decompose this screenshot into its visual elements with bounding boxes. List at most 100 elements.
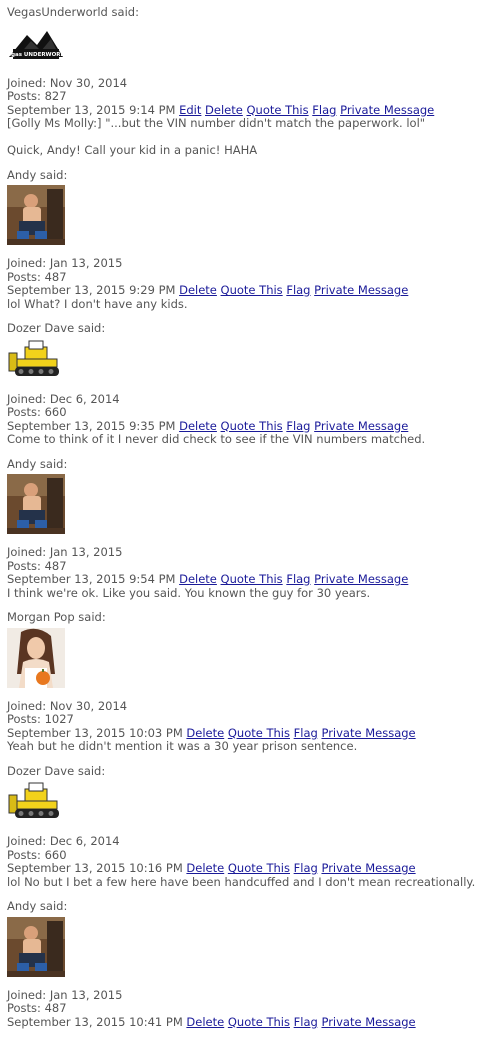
flag-link[interactable]: Flag [286, 283, 310, 297]
said-label: said: [107, 5, 139, 19]
forum-post: Dozer Dave said: Joined: Dec 6, 2014 Post… [7, 321, 501, 447]
post-author: Andy [7, 899, 37, 913]
joined-date: Joined: Dec 6, 2014 [7, 391, 120, 406]
post-body: Yeah but he didn't mention it was a 30 y… [7, 739, 358, 753]
quote-this-link[interactable]: Quote This [221, 572, 283, 586]
joined-date: Joined: Jan 13, 2015 [7, 256, 123, 270]
post-author-line: VegasUnderworld said: [7, 5, 501, 20]
user-photo-avatar[interactable] [7, 185, 65, 245]
post-author: Morgan Pop [7, 610, 75, 624]
flag-link[interactable]: Flag [286, 419, 310, 433]
quote-this-link[interactable]: Quote This [221, 419, 283, 433]
said-label: said: [36, 899, 68, 913]
quote-this-link[interactable]: Quote This [228, 1015, 290, 1029]
svg-text:Vegas UNDERWORLD: Vegas UNDERWORLD [7, 52, 65, 58]
post-count: Posts: 660 [7, 847, 67, 862]
post-timestamp: September 13, 2015 10:16 PM [7, 861, 183, 875]
post-timestamp: September 13, 2015 10:03 PM [7, 725, 183, 740]
post-author-line: Morgan Pop said: [7, 610, 501, 625]
post-author-line: Dozer Dave said: [7, 763, 501, 779]
private-message-link[interactable]: Private Message [321, 861, 415, 875]
forum-post: Morgan Pop said: Joined: Nov 30, 2014 Pos… [7, 610, 501, 754]
post-toolbar: September 13, 2015 9:29 PM Delete Quote … [7, 283, 501, 298]
user-photo-avatar[interactable] [7, 474, 65, 534]
post-timestamp: September 13, 2015 10:41 PM [7, 1014, 183, 1029]
joined-date: Joined: Dec 6, 2014 [7, 834, 120, 848]
quote-this-link[interactable]: Quote This [228, 726, 290, 740]
delete-link[interactable]: Delete [179, 283, 217, 297]
said-label: said: [36, 456, 68, 471]
forum-post: VegasUnderworld said: Vegas UNDERWORLD J… [3, 5, 501, 158]
post-author-line: Dozer Dave said: [7, 321, 501, 336]
post-toolbar: September 13, 2015 9:54 PM Delete Quote … [7, 572, 501, 587]
said-label: said: [36, 167, 68, 182]
post-author: Dozer Dave [7, 321, 75, 335]
bulldozer-avatar[interactable] [7, 338, 65, 379]
flag-link[interactable]: Flag [286, 572, 310, 586]
delete-link[interactable]: Delete [179, 572, 217, 586]
post-timestamp: September 13, 2015 9:54 PM [7, 572, 176, 586]
post-count: Posts: 1027 [7, 712, 74, 726]
quote-this-link[interactable]: Quote This [228, 861, 290, 875]
delete-link[interactable]: Delete [186, 726, 224, 740]
post-body: [Golly Ms Molly:] "...but the VIN number… [7, 116, 426, 157]
said-label: said: [74, 610, 106, 624]
user-photo-avatar[interactable] [7, 916, 65, 977]
post-toolbar: September 13, 2015 10:03 PM Delete Quote… [7, 725, 501, 741]
joined-date: Joined: Nov 30, 2014 [7, 75, 128, 90]
post-author-line: Andy said: [7, 456, 501, 472]
forum-thread: VegasUnderworld said: Vegas UNDERWORLD J… [0, 0, 501, 1040]
user-photo-avatar[interactable] [7, 627, 65, 688]
forum-post: Andy said: Joined: Jan 13, 2015 Posts: 48… [7, 167, 501, 312]
post-toolbar: September 13, 2015 10:41 PM Delete Quote… [7, 1014, 501, 1030]
bulldozer-avatar[interactable] [7, 781, 65, 821]
delete-link[interactable]: Delete [186, 861, 224, 875]
flag-link[interactable]: Flag [294, 726, 318, 740]
private-message-link[interactable]: Private Message [314, 572, 408, 586]
delete-link[interactable]: Delete [186, 1015, 224, 1029]
post-count: Posts: 487 [7, 1001, 67, 1015]
post-body: I think we're ok. Like you said. You kno… [7, 585, 371, 600]
flag-link[interactable]: Flag [312, 103, 336, 117]
post-timestamp: September 13, 2015 9:29 PM [7, 283, 176, 297]
forum-post: Dozer Dave said: Joined: Dec 6, 2014 Post… [7, 763, 501, 890]
flag-link[interactable]: Flag [294, 1015, 318, 1029]
site-logo-avatar[interactable]: Vegas UNDERWORLD [3, 22, 69, 63]
quote-this-link[interactable]: Quote This [221, 283, 283, 297]
private-message-link[interactable]: Private Message [321, 726, 415, 740]
post-toolbar: September 13, 2015 9:35 PM Delete Quote … [7, 418, 501, 434]
joined-date: Joined: Jan 13, 2015 [7, 987, 123, 1002]
joined-date: Joined: Jan 13, 2015 [7, 545, 123, 559]
quote-this-link[interactable]: Quote This [246, 103, 308, 117]
post-count: Posts: 487 [7, 269, 67, 284]
private-message-link[interactable]: Private Message [321, 1015, 415, 1029]
post-author: Dozer Dave [7, 763, 75, 778]
post-toolbar: September 13, 2015 9:14 PM Edit Delete Q… [7, 102, 501, 118]
post-count: Posts: 660 [7, 405, 67, 419]
post-body: lol No but I bet a few here have been ha… [7, 874, 476, 889]
joined-date: Joined: Nov 30, 2014 [7, 698, 128, 713]
post-author: Andy [7, 167, 37, 182]
delete-link[interactable]: Delete [179, 419, 217, 433]
post-toolbar: September 13, 2015 10:16 PM Delete Quote… [7, 861, 501, 876]
private-message-link[interactable]: Private Message [314, 419, 408, 433]
private-message-link[interactable]: Private Message [340, 103, 434, 117]
post-body: Come to think of it I never did check to… [7, 432, 426, 446]
post-count: Posts: 487 [7, 558, 67, 573]
post-author-line: Andy said: [7, 167, 501, 183]
flag-link[interactable]: Flag [294, 861, 318, 875]
post-author: VegasUnderworld [7, 5, 108, 19]
delete-link[interactable]: Delete [205, 103, 243, 117]
forum-post: Andy said: Joined: Jan 13, 2015 Posts: 48… [7, 899, 501, 1030]
post-author-line: Andy said: [7, 899, 501, 914]
said-label: said: [74, 763, 106, 778]
post-author: Andy [7, 456, 37, 471]
forum-post: Andy said: Joined: Jan 13, 2015 Posts: 48… [7, 456, 501, 601]
post-count: Posts: 827 [7, 89, 67, 103]
post-body: lol What? I don't have any kids. [7, 296, 188, 311]
post-timestamp: September 13, 2015 9:35 PM [7, 418, 176, 433]
private-message-link[interactable]: Private Message [314, 283, 408, 297]
edit-link[interactable]: Edit [179, 103, 201, 117]
post-timestamp: September 13, 2015 9:14 PM [7, 102, 176, 117]
said-label: said: [74, 321, 106, 335]
